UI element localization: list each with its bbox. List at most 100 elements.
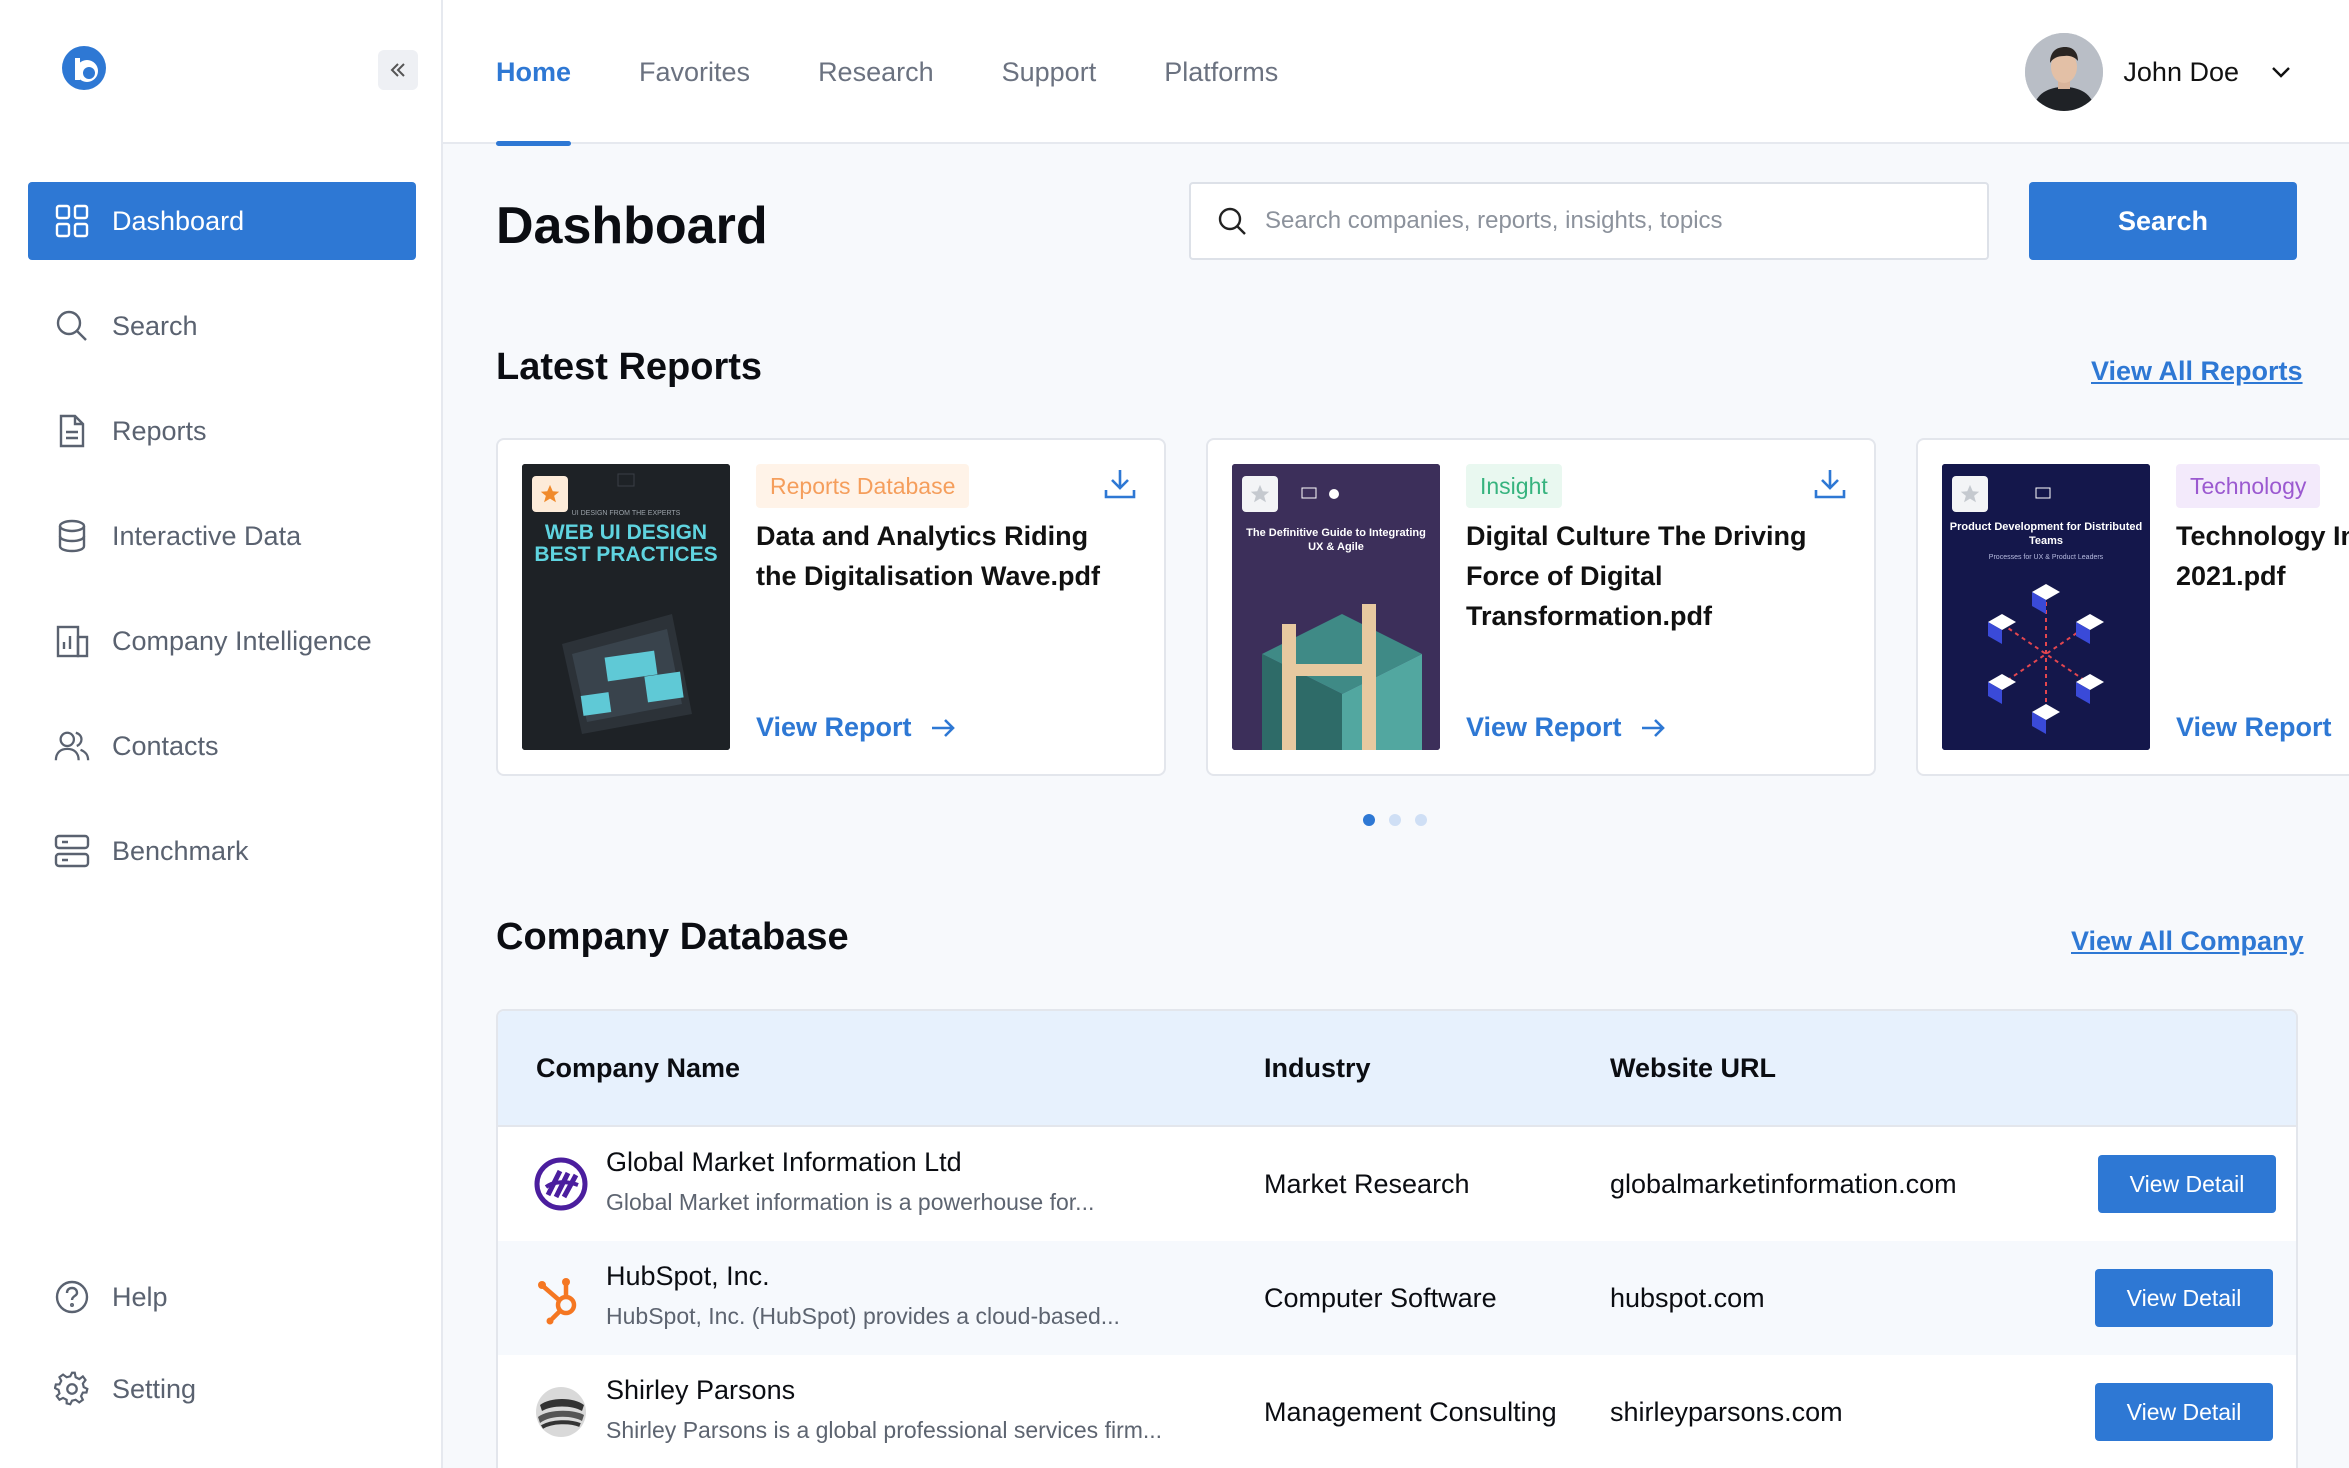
company-description: HubSpot, Inc. (HubSpot) provides a cloud… (606, 1303, 1120, 1329)
reports-carousel: UI DESIGN FROM THE EXPERTS WEB UI DESIGN… (496, 438, 2349, 778)
arrow-right-icon (931, 718, 955, 737)
sidebar-item-company-intelligence[interactable]: Company Intelligence (28, 602, 416, 680)
table-row: HubSpot, Inc. HubSpot, Inc. (HubSpot) pr… (498, 1241, 2296, 1355)
table-header: Company Name Industry Website URL (498, 1011, 2296, 1127)
sidebar-item-search[interactable]: Search (28, 287, 416, 365)
search-icon (54, 308, 90, 344)
sidebar-item-benchmark[interactable]: Benchmark (28, 812, 416, 890)
sidebar-item-label: Company Intelligence (112, 625, 372, 656)
column-header-website-url[interactable]: Website URL (1610, 1053, 1776, 1084)
favorite-toggle[interactable] (1242, 476, 1278, 512)
gear-icon (54, 1371, 90, 1407)
company-name[interactable]: Shirley Parsons (606, 1375, 795, 1406)
view-report-label: View Report (756, 712, 912, 742)
sidebar-bottom-nav: Help Setting (28, 1258, 416, 1442)
carousel-dot[interactable] (1415, 814, 1427, 826)
search-icon (1218, 207, 1246, 235)
view-detail-button[interactable]: View Detail (2098, 1155, 2276, 1213)
sidebar-item-label: Contacts (112, 730, 219, 761)
company-industry: Computer Software (1264, 1282, 1497, 1313)
sidebar-item-label: Interactive Data (112, 520, 302, 551)
sidebar-item-label: Reports (112, 415, 207, 446)
view-all-reports-link[interactable]: View All Reports (2091, 356, 2303, 387)
chevron-down-icon (2272, 67, 2290, 78)
report-title: Digital Culture The Driving Force of Dig… (1466, 521, 1807, 631)
company-table: Company Name Industry Website URL Global… (496, 1009, 2298, 1468)
shirley-parsons-logo-icon (534, 1385, 588, 1439)
sidebar-item-label: Benchmark (112, 835, 249, 866)
company-name[interactable]: Global Market Information Ltd (606, 1147, 962, 1178)
report-cover: The Definitive Guide to Integrating UX &… (1232, 464, 1440, 750)
company-description: Shirley Parsons is a global professional… (606, 1417, 1163, 1443)
report-cover: UI DESIGN FROM THE EXPERTS WEB UI DESIGN… (522, 464, 730, 750)
star-icon (1960, 484, 1980, 503)
company-website[interactable]: globalmarketinformation.com (1610, 1169, 1957, 1200)
avatar (2025, 33, 2104, 111)
company-description: Global Market information is a powerhous… (606, 1189, 1095, 1215)
company-name[interactable]: HubSpot, Inc. (606, 1261, 770, 1292)
view-all-company-link[interactable]: View All Company (2071, 926, 2304, 957)
report-tag: Technology (2176, 464, 2321, 508)
view-detail-button[interactable]: View Detail (2095, 1269, 2273, 1327)
help-circle-icon (54, 1279, 90, 1315)
download-icon[interactable] (1102, 466, 1138, 502)
favorite-toggle[interactable] (532, 476, 568, 512)
cover-title: Product Development for Distributed Team… (1949, 521, 2143, 547)
sidebar-item-contacts[interactable]: Contacts (28, 707, 416, 785)
user-menu[interactable]: John Doe (2025, 32, 2293, 112)
server-icon (54, 833, 90, 869)
sidebar-item-label: Setting (112, 1373, 197, 1404)
sidebar-item-help[interactable]: Help (28, 1258, 416, 1336)
search-button[interactable]: Search (2029, 182, 2297, 260)
top-navigation-bar: Home Favorites Research Support Platform… (443, 0, 2349, 146)
view-report-link[interactable]: View Report (1466, 712, 1666, 743)
sidebar: Dashboard Search Reports Interactive Dat… (0, 0, 443, 1468)
report-title: Technology In and Systemic 2021.pdf (2176, 521, 2349, 591)
report-card[interactable]: The Definitive Guide to Integrating UX &… (1206, 438, 1876, 776)
table-row: Shirley Parsons Shirley Parsons is a glo… (498, 1355, 2296, 1468)
view-report-label: View Report (2176, 712, 2332, 742)
company-database-title: Company Database (496, 916, 849, 958)
collapse-sidebar-button[interactable] (378, 50, 418, 90)
tab-support[interactable]: Support (1002, 0, 1097, 144)
sidebar-item-setting[interactable]: Setting (28, 1350, 416, 1428)
sidebar-item-dashboard[interactable]: Dashboard (28, 182, 416, 260)
carousel-dot[interactable] (1363, 814, 1375, 826)
company-website[interactable]: shirleyparsons.com (1610, 1397, 1843, 1428)
report-card[interactable]: Product Development for Distributed Team… (1916, 438, 2349, 776)
view-report-link[interactable]: View Report (2176, 712, 2332, 743)
document-icon (54, 413, 90, 449)
carousel-dot[interactable] (1389, 814, 1401, 826)
app-logo[interactable] (60, 44, 108, 92)
favorite-toggle[interactable] (1952, 476, 1988, 512)
table-row: Global Market Information Ltd Global Mar… (498, 1127, 2296, 1241)
view-report-label: View Report (1466, 712, 1622, 742)
search-field[interactable] (1189, 182, 1989, 260)
tab-home[interactable]: Home (496, 0, 572, 146)
star-icon (1250, 484, 1270, 503)
grid-icon (54, 203, 90, 239)
hubspot-logo-icon (534, 1271, 588, 1325)
arrow-right-icon (1641, 718, 1665, 737)
download-icon[interactable] (1812, 466, 1848, 502)
search-input[interactable] (1265, 207, 1965, 235)
report-title: Data and Analytics Riding the Digitalisa… (756, 521, 1101, 591)
tab-platforms[interactable]: Platforms (1164, 0, 1278, 144)
tab-favorites[interactable]: Favorites (639, 0, 750, 144)
report-cover: Product Development for Distributed Team… (1942, 464, 2150, 750)
sidebar-item-reports[interactable]: Reports (28, 392, 416, 470)
column-header-company-name[interactable]: Company Name (536, 1053, 740, 1084)
tab-research[interactable]: Research (818, 0, 934, 144)
carousel-pagination (1363, 814, 1441, 826)
sidebar-item-interactive-data[interactable]: Interactive Data (28, 497, 416, 575)
cover-title: WEB UI DESIGN BEST PRACTICES (534, 521, 718, 566)
company-website[interactable]: hubspot.com (1610, 1283, 1765, 1314)
view-detail-button[interactable]: View Detail (2095, 1383, 2273, 1441)
star-filled-icon (540, 484, 560, 503)
company-logo-icon (534, 1157, 588, 1211)
main-content: Dashboard Search Latest Reports View All… (443, 146, 2349, 1468)
report-card[interactable]: UI DESIGN FROM THE EXPERTS WEB UI DESIGN… (496, 438, 1166, 776)
top-tabs: Home Favorites Research Support Platform… (496, 0, 1346, 146)
column-header-industry[interactable]: Industry (1264, 1053, 1371, 1084)
view-report-link[interactable]: View Report (756, 712, 956, 743)
